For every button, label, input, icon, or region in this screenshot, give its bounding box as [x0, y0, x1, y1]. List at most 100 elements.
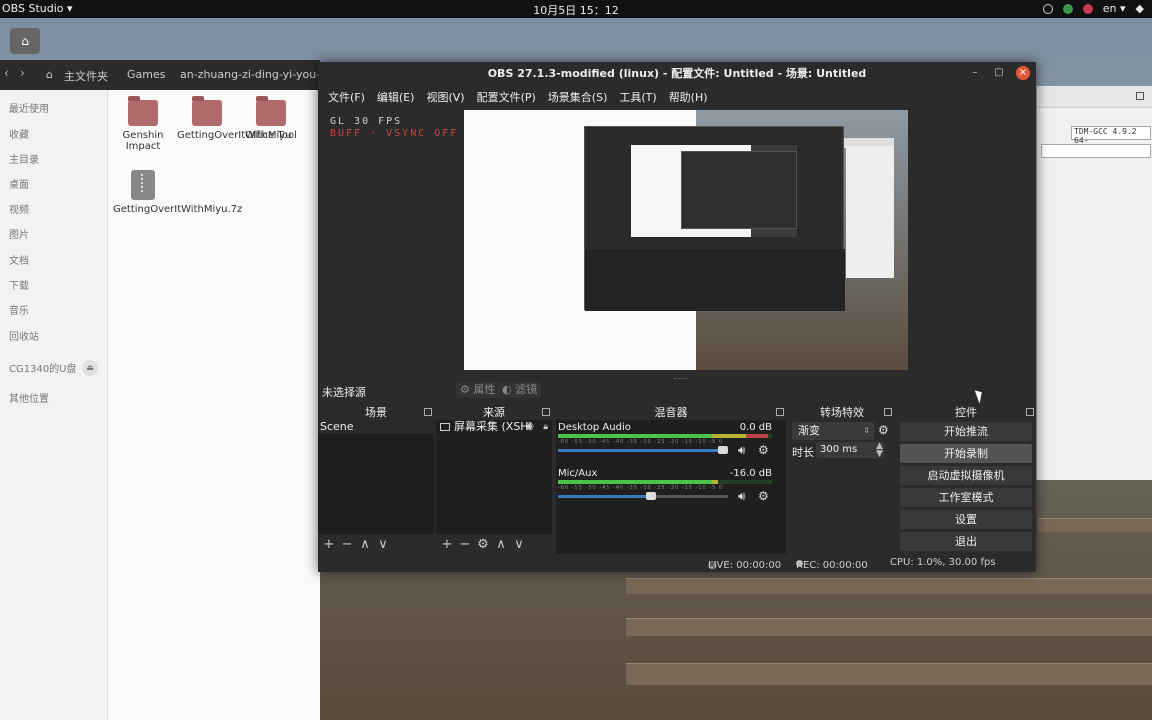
duration-input[interactable]: 300 ms	[816, 442, 884, 458]
splitter-handle[interactable]	[674, 378, 688, 381]
sidebar-item-videos[interactable]: 视频	[9, 201, 29, 216]
source-toolbar: 未选择源 ⚙ 属性 ◐ 滤镜	[318, 378, 1036, 402]
volume-knob[interactable]	[718, 446, 728, 454]
compiler-field[interactable]: TDM-GCC 4.9.2 64-	[1071, 126, 1151, 145]
breadcrumb-home[interactable]: 主文件夹	[64, 68, 108, 84]
source-label: 屏幕采集 (XSHI	[454, 420, 532, 433]
chevron-updown-icon: ⇕	[863, 426, 870, 435]
gear-icon[interactable]: ⚙	[476, 537, 490, 552]
folder-item[interactable]: Office Tool	[241, 96, 301, 141]
duration-label: 时长	[792, 446, 814, 459]
eject-icon[interactable]: ⏏	[82, 360, 98, 376]
sidebar-item-starred[interactable]: 收藏	[9, 126, 29, 141]
move-up-icon[interactable]: ∧	[358, 537, 372, 552]
exit-button[interactable]: 退出	[900, 532, 1032, 551]
sidebar-item-desktop[interactable]: 桌面	[9, 176, 29, 191]
sidebar-item-downloads[interactable]: 下载	[9, 277, 29, 292]
undock-icon[interactable]	[884, 408, 892, 416]
menu-tools[interactable]: 工具(T)	[613, 86, 662, 106]
fps-overlay: GL 30 FPS BUFF · VSYNC OFF	[330, 116, 458, 140]
volume-knob[interactable]	[646, 492, 656, 500]
scene-item[interactable]: Scene	[318, 420, 434, 434]
move-down-icon[interactable]: ∨	[376, 537, 390, 552]
start-streaming-button[interactable]: 开始推流	[900, 422, 1032, 441]
close-icon[interactable]: ×	[1016, 66, 1030, 80]
add-icon[interactable]: +	[322, 537, 336, 552]
lock-icon[interactable]: 🔒︎	[543, 420, 548, 434]
status-icon[interactable]	[1042, 3, 1053, 14]
menu-help[interactable]: 帮助(H)	[663, 86, 714, 106]
undock-icon[interactable]	[424, 408, 432, 416]
studio-mode-button[interactable]: 工作室模式	[900, 488, 1032, 507]
properties-button[interactable]: ⚙ 属性	[456, 382, 500, 398]
source-toolbar: + − ⚙ ∧ ∨	[436, 534, 552, 554]
sidebar-item-recent[interactable]: 最近使用	[9, 100, 49, 115]
channel-db: 0.0 dB	[739, 422, 772, 433]
sidebar-item-other-locations[interactable]: 其他位置	[9, 390, 49, 405]
breadcrumb-games[interactable]: Games	[127, 68, 165, 81]
volume-slider[interactable]	[558, 446, 728, 454]
remove-icon[interactable]: −	[458, 537, 472, 552]
gear-icon[interactable]: ⚙	[878, 423, 889, 437]
dock-title: 转场特效	[820, 406, 864, 419]
mixer-channel: Mic/Aux -16.0 dB -60 -55 -50 -45 -40 -35…	[558, 468, 774, 512]
start-recording-button[interactable]: 开始录制	[900, 444, 1032, 463]
gear-icon[interactable]: ⚙	[758, 489, 769, 503]
undock-icon[interactable]	[1026, 408, 1034, 416]
undock-icon[interactable]	[542, 408, 550, 416]
maximize-icon[interactable]	[1136, 92, 1144, 100]
archive-item[interactable]: GettingOverItWithMiyu.7z	[113, 170, 242, 215]
folder-item[interactable]: Genshin Impact	[113, 96, 173, 152]
menu-file[interactable]: 文件(F)	[322, 86, 371, 106]
folder-item[interactable]: GettingOverItWithMiyu	[177, 96, 292, 141]
forward-button[interactable]: ›	[20, 66, 25, 80]
preview-canvas[interactable]	[446, 110, 908, 370]
speaker-icon[interactable]: 🔊︎	[738, 489, 746, 504]
language-indicator[interactable]: en ▾	[1103, 2, 1126, 15]
sidebar-item-music[interactable]: 音乐	[9, 302, 29, 317]
home-icon[interactable]: ⌂	[46, 68, 53, 81]
add-icon[interactable]: +	[440, 537, 454, 552]
move-down-icon[interactable]: ∨	[512, 537, 526, 552]
breadcrumb-current[interactable]: an-zhuang-zi-ding-yi-you-xi	[180, 68, 330, 81]
sidebar-item-home[interactable]: 主目录	[9, 151, 39, 166]
menu-view[interactable]: 视图(V)	[420, 86, 470, 106]
maximize-icon[interactable]: ▢	[992, 66, 1006, 80]
bridge-plank	[626, 618, 1152, 636]
preview-nested-window	[846, 146, 894, 278]
sidebar-item-pictures[interactable]: 图片	[9, 226, 29, 241]
vsync-indicator: BUFF · VSYNC OFF	[330, 128, 459, 139]
clock[interactable]: 10月5日 15：12	[0, 2, 1152, 18]
dropdown-field[interactable]	[1041, 144, 1151, 158]
remove-icon[interactable]: −	[340, 537, 354, 552]
sidebar-item-trash[interactable]: 回收站	[9, 328, 39, 343]
mixer-dock: 混音器 Desktop Audio 0.0 dB -60 -55 -50 -45…	[556, 406, 786, 554]
sidebar-item-usb-drive[interactable]: CG1340的U盘	[9, 360, 77, 375]
source-item[interactable]: 屏幕采集 (XSHI ◉ 🔒︎	[436, 420, 552, 434]
settings-button[interactable]: 设置	[900, 510, 1032, 529]
channel-db: -16.0 dB	[729, 468, 772, 479]
back-button[interactable]: ‹	[4, 66, 9, 80]
menu-profile[interactable]: 配置文件(P)	[471, 86, 542, 106]
volume-slider[interactable]	[558, 492, 728, 500]
app-tray-icon[interactable]	[1082, 3, 1093, 14]
dock-header: 转场特效	[790, 406, 894, 420]
gear-icon[interactable]: ⚙	[758, 443, 769, 457]
start-virtual-camera-button[interactable]: 启动虚拟摄像机	[900, 466, 1032, 485]
home-icon[interactable]: ⌂	[10, 28, 40, 54]
menu-scene-collection[interactable]: 场景集合(S)	[542, 86, 614, 106]
visibility-icon[interactable]: ◉	[525, 420, 534, 434]
preview-nested-obs-inner	[681, 151, 797, 229]
minimize-icon[interactable]: –	[968, 66, 982, 80]
menu-edit[interactable]: 编辑(E)	[371, 86, 421, 106]
transition-select[interactable]: 渐变 ⇕	[792, 422, 874, 440]
spinner-arrows-icon[interactable]: ▲ ▼	[876, 442, 883, 459]
sidebar-item-documents[interactable]: 文档	[9, 252, 29, 267]
filters-button[interactable]: ◐ 滤镜	[498, 382, 542, 398]
menu-bar: 文件(F) 编辑(E) 视图(V) 配置文件(P) 场景集合(S) 工具(T) …	[318, 86, 1036, 106]
wifi-icon[interactable]: ◆	[1136, 2, 1144, 15]
move-up-icon[interactable]: ∧	[494, 537, 508, 552]
undock-icon[interactable]	[776, 408, 784, 416]
shield-icon[interactable]	[1062, 3, 1073, 14]
speaker-icon[interactable]: 🔊︎	[738, 443, 746, 458]
